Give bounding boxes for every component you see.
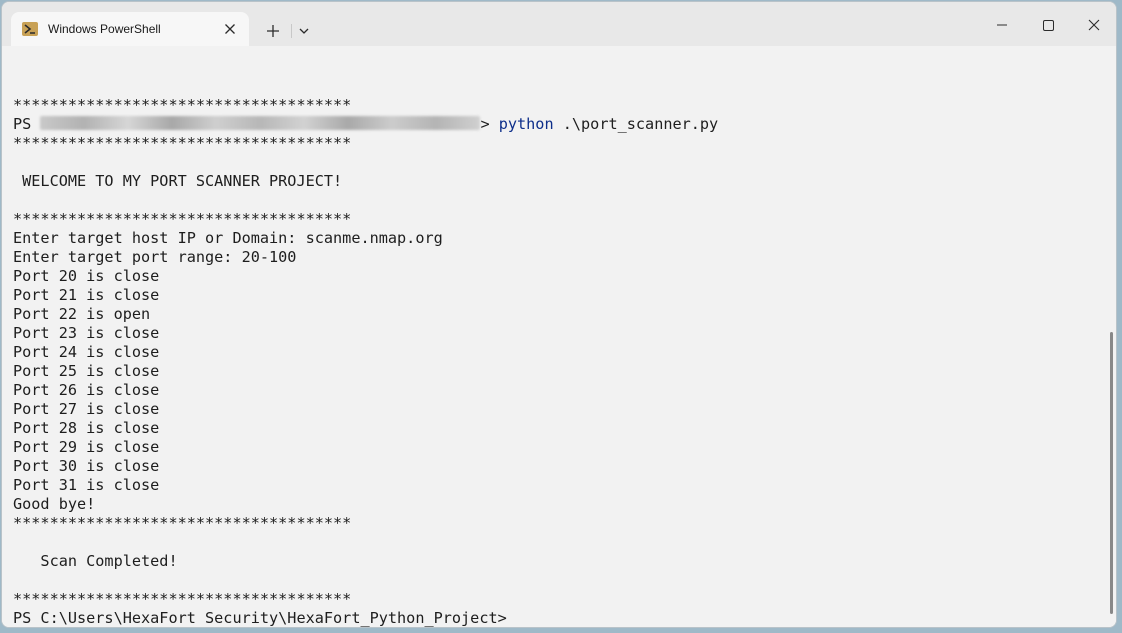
output-line: Enter target host IP or Domain: scanme.n… xyxy=(13,229,443,247)
output-line: ************************************* xyxy=(13,134,352,152)
output-line: WELCOME TO MY PORT SCANNER PROJECT! xyxy=(13,172,343,190)
minimize-icon[interactable] xyxy=(987,12,1017,38)
tab-title: Windows PowerShell xyxy=(48,22,161,36)
powershell-icon xyxy=(22,22,38,36)
output-line: ************************************* xyxy=(13,590,352,608)
output-line: Enter target port range: 20-100 xyxy=(13,248,297,266)
output-line: Port 22 is open xyxy=(13,305,151,323)
output-line: Good bye! xyxy=(13,495,96,513)
output-line: Port 21 is close xyxy=(13,286,160,304)
tab-close-icon[interactable] xyxy=(221,20,239,38)
output-line: Scan Completed! xyxy=(13,552,178,570)
output-line: Port 29 is close xyxy=(13,438,160,456)
output-line: ************************************* xyxy=(13,514,352,532)
terminal-window: Windows PowerShell *********************… xyxy=(1,1,1117,628)
tab-separator xyxy=(291,24,292,38)
scrollbar-thumb[interactable] xyxy=(1110,332,1113,614)
tab-windows-powershell[interactable]: Windows PowerShell xyxy=(11,12,249,46)
output-line: ************************************* xyxy=(13,210,352,228)
maximize-icon[interactable] xyxy=(1033,12,1063,38)
output-line: Port 27 is close xyxy=(13,400,160,418)
command-name: python xyxy=(498,115,554,133)
output-line: Port 23 is close xyxy=(13,324,160,342)
terminal-output[interactable]: ************************************* PS… xyxy=(2,46,1116,627)
prompt-prefix: PS xyxy=(13,115,41,133)
output-line: ************************************* xyxy=(13,96,352,114)
output-line: Port 25 is close xyxy=(13,362,160,380)
output-line: Port 28 is close xyxy=(13,419,160,437)
output-line: Port 30 is close xyxy=(13,457,160,475)
prompt-line[interactable]: PS C:\Users\HexaFort Security\HexaFort_P… xyxy=(13,609,507,627)
output-line: Port 26 is close xyxy=(13,381,160,399)
command-line: PS > python .\port_scanner.py xyxy=(13,115,718,134)
new-tab-plus-icon[interactable] xyxy=(261,19,285,43)
prompt-symbol: > xyxy=(480,115,499,133)
command-argument: .\port_scanner.py xyxy=(553,115,719,133)
redacted-path xyxy=(40,116,481,130)
title-bar[interactable]: Windows PowerShell xyxy=(2,2,1116,46)
output-line: Port 20 is close xyxy=(13,267,160,285)
output-line: Port 31 is close xyxy=(13,476,160,494)
output-line: Port 24 is close xyxy=(13,343,160,361)
chevron-down-icon[interactable] xyxy=(294,20,314,42)
close-icon[interactable] xyxy=(1079,12,1109,38)
